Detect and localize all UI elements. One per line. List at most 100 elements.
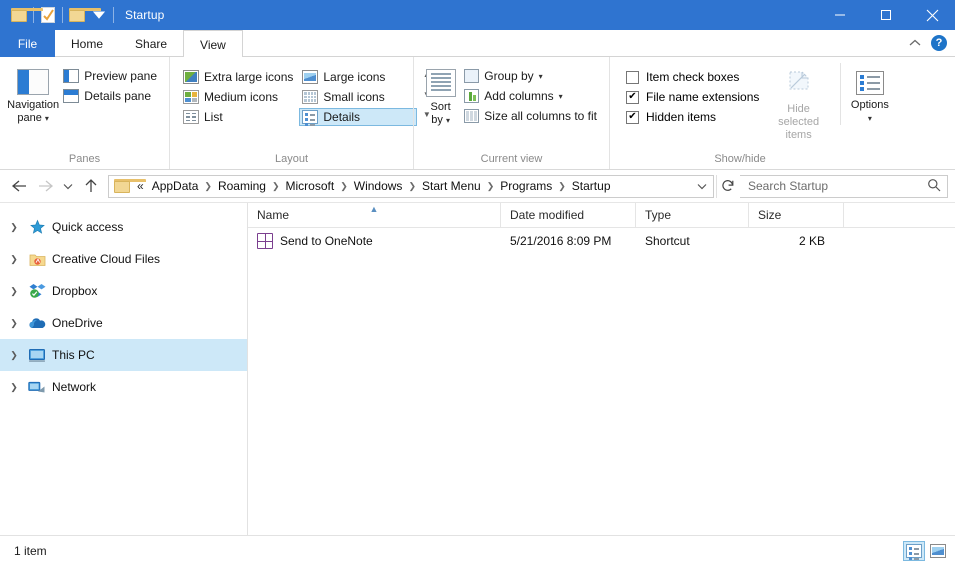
layout-list[interactable]: List	[180, 108, 299, 126]
chevron-right-icon[interactable]: ❯	[6, 318, 22, 329]
chevron-right-icon[interactable]: ❯	[6, 254, 22, 265]
chevron-right-icon[interactable]: ❯	[6, 286, 22, 297]
size-all-columns-button[interactable]: Size all columns to fit	[461, 107, 603, 125]
chevron-down-icon[interactable]: ▾	[45, 114, 49, 123]
chevron-right-icon[interactable]: ❯	[203, 181, 213, 192]
column-header-size[interactable]: Size	[749, 203, 844, 227]
chevron-right-icon[interactable]: ❯	[6, 222, 22, 233]
file-name-extensions-label: File name extensions	[646, 90, 760, 104]
sort-by-label-line1: Sort	[430, 101, 451, 113]
hide-selected-label-line2: items	[785, 129, 812, 141]
close-icon[interactable]	[909, 0, 955, 30]
breadcrumb-startup[interactable]: Startup	[567, 179, 616, 193]
window-controls	[817, 0, 955, 30]
refresh-icon[interactable]	[716, 174, 738, 198]
breadcrumb-windows[interactable]: Windows	[349, 179, 408, 193]
details-view-button[interactable]	[903, 541, 925, 561]
file-list-rows: Send to OneNote 5/21/2016 8:09 PM Shortc…	[248, 228, 955, 535]
sort-by-button[interactable]: Sort by ▾	[420, 63, 461, 127]
chevron-right-icon[interactable]: ❯	[6, 350, 22, 361]
search-input[interactable]	[748, 179, 927, 193]
up-button[interactable]	[79, 174, 103, 198]
layout-extra-large-icons[interactable]: Extra large icons	[180, 68, 299, 86]
folder-icon[interactable]	[8, 4, 43, 26]
layout-label: Large icons	[323, 70, 386, 84]
breadcrumb-programs[interactable]: Programs	[495, 179, 557, 193]
hide-selected-label-line1: Hide selected	[778, 103, 820, 128]
chevron-right-icon[interactable]: ❯	[271, 181, 281, 192]
collapse-ribbon-icon[interactable]	[909, 36, 921, 50]
sidebar-item-quick-access[interactable]: ❯ Quick access	[0, 211, 247, 243]
chevron-right-icon[interactable]: ❯	[557, 181, 567, 192]
details-pane-label: Details pane	[84, 89, 151, 103]
breadcrumb-microsoft[interactable]: Microsoft	[281, 179, 340, 193]
tab-view[interactable]: View	[183, 30, 243, 58]
large-icons-view-button[interactable]	[927, 541, 949, 561]
item-check-boxes-label: Item check boxes	[646, 70, 740, 84]
navigation-pane-button[interactable]: Navigation pane ▾	[6, 63, 60, 125]
chevron-right-icon[interactable]: ❯	[407, 181, 417, 192]
navigation-pane-icon	[17, 69, 50, 95]
navigation-pane-label-line1: Navigation	[7, 99, 60, 111]
column-header-name[interactable]: ▲ Name	[248, 203, 501, 227]
address-path-box[interactable]: « AppData ❯ Roaming ❯ Microsoft ❯ Window…	[108, 174, 714, 198]
table-row[interactable]: Send to OneNote 5/21/2016 8:09 PM Shortc…	[248, 228, 955, 254]
help-icon[interactable]: ?	[931, 35, 947, 51]
address-dropdown-icon[interactable]	[693, 176, 711, 197]
column-header-type[interactable]: Type	[636, 203, 749, 227]
tab-file[interactable]: File	[0, 30, 55, 57]
add-columns-button[interactable]: Add columns ▾	[461, 87, 603, 105]
sidebar-item-onedrive[interactable]: ❯ OneDrive	[0, 307, 247, 339]
breadcrumb-appdata[interactable]: AppData	[147, 179, 204, 193]
minimize-icon[interactable]	[817, 0, 863, 30]
layout-large-icons[interactable]: Large icons	[299, 68, 417, 86]
breadcrumb-start-menu[interactable]: Start Menu	[417, 179, 486, 193]
recent-locations-button[interactable]	[59, 174, 77, 198]
divider	[62, 7, 63, 23]
preview-pane-button[interactable]: Preview pane	[60, 67, 163, 85]
chevron-right-icon[interactable]: ❯	[486, 181, 496, 192]
layout-label: Details	[323, 110, 361, 124]
layout-details[interactable]: Details	[299, 108, 418, 126]
chevron-down-icon[interactable]: ▾	[868, 112, 872, 125]
new-folder-icon[interactable]	[66, 4, 101, 26]
checkbox-checked-icon[interactable]: ✔	[626, 110, 639, 124]
sidebar-item-this-pc[interactable]: ❯ This PC	[0, 339, 247, 371]
onenote-shortcut-icon	[257, 233, 273, 249]
chevron-down-icon[interactable]: ▾	[539, 72, 543, 81]
options-icon	[855, 71, 884, 95]
details-pane-button[interactable]: Details pane	[60, 87, 163, 105]
search-icon[interactable]	[927, 178, 941, 195]
tab-share[interactable]: Share	[119, 30, 183, 57]
chevron-down-icon[interactable]: ▾	[446, 116, 450, 125]
file-name-cell[interactable]: Send to OneNote	[248, 233, 501, 249]
checkbox-checked-icon[interactable]: ✔	[626, 90, 639, 104]
group-label-layout: Layout	[274, 153, 309, 165]
sidebar-item-dropbox[interactable]: ❯ Dropbox	[0, 275, 247, 307]
sidebar-item-network[interactable]: ❯ Network	[0, 371, 247, 403]
ribbon-group-current-view: Sort by ▾ Group by ▾ Add columns ▾ Size …	[413, 57, 609, 169]
search-box[interactable]	[740, 174, 948, 198]
hide-selected-items-button: Hide selected items	[769, 63, 827, 142]
group-label-panes: Panes	[68, 153, 101, 165]
tab-home[interactable]: Home	[55, 30, 119, 57]
column-header-label: Name	[257, 208, 290, 222]
file-name-label: Send to OneNote	[280, 234, 373, 248]
file-name-extensions-option[interactable]: ✔ File name extensions	[622, 88, 763, 106]
back-button[interactable]	[7, 174, 31, 198]
chevron-down-icon[interactable]: ▾	[559, 92, 563, 101]
sidebar-item-label: Dropbox	[52, 284, 98, 298]
chevron-right-icon[interactable]: ❯	[6, 382, 22, 393]
breadcrumb-roaming[interactable]: Roaming	[213, 179, 271, 193]
options-button[interactable]: Options ▾	[839, 63, 893, 125]
chevron-right-icon[interactable]: ❯	[339, 181, 349, 192]
item-check-boxes-option[interactable]: Item check boxes	[622, 68, 763, 86]
layout-small-icons[interactable]: Small icons	[299, 88, 417, 106]
sidebar-item-creative-cloud-files[interactable]: ❯ Creative Cloud Files	[0, 243, 247, 275]
maximize-icon[interactable]	[863, 0, 909, 30]
checkbox-unchecked-icon[interactable]	[626, 70, 639, 84]
layout-medium-icons[interactable]: Medium icons	[180, 88, 299, 106]
hidden-items-option[interactable]: ✔ Hidden items	[622, 108, 763, 126]
group-by-button[interactable]: Group by ▾	[461, 67, 603, 85]
column-header-date-modified[interactable]: Date modified	[501, 203, 636, 227]
